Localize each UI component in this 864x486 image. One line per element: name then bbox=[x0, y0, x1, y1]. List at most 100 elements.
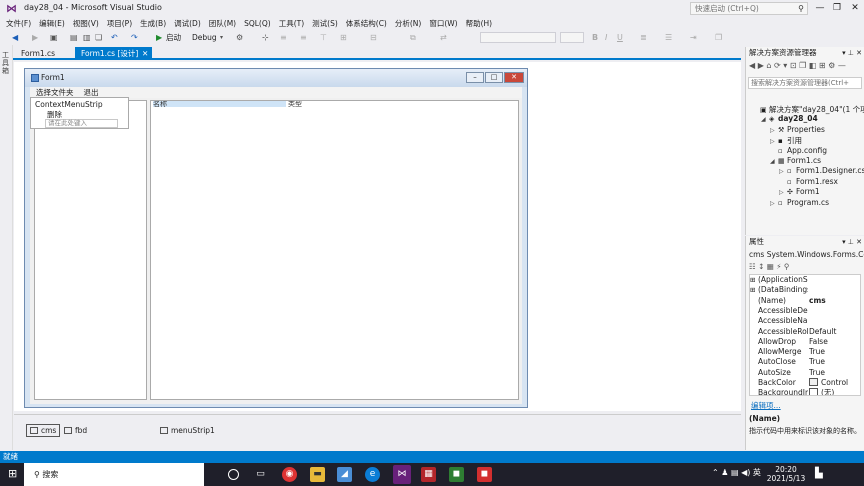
new-project-icon[interactable]: ▣ bbox=[50, 32, 58, 43]
notification-icon[interactable]: ▙ bbox=[815, 468, 823, 479]
panel-pin-close-icons[interactable]: ▾ ⊥ ✕ bbox=[842, 236, 862, 248]
tab-order-icon[interactable]: ⇄ bbox=[440, 32, 447, 43]
properties-object-selector[interactable]: cms System.Windows.Forms.Co bbox=[749, 250, 864, 259]
property-value[interactable]: True bbox=[809, 368, 860, 378]
comment-icon[interactable]: ❐ bbox=[715, 32, 722, 43]
taskbar-search-box[interactable]: ⚲ 搜索 bbox=[24, 463, 204, 486]
user-icon[interactable]: ♟ bbox=[721, 468, 728, 477]
panel-pin-close-icons[interactable]: ▾ ⊥ ✕ bbox=[842, 47, 862, 59]
solution-tree-item[interactable]: ▷ ▪ 引用 bbox=[770, 135, 802, 146]
solution-tree-item[interactable]: ▣解决方案"day28_04"(1 个项目) bbox=[752, 104, 864, 115]
solution-tree-item[interactable]: ▷ ▫ Form1.Designer.cs bbox=[779, 166, 864, 175]
file-listview[interactable]: 名称 类型 bbox=[150, 100, 519, 400]
menu-view[interactable]: 视图(V) bbox=[73, 18, 99, 29]
copy-icon[interactable]: ❏ bbox=[95, 32, 102, 43]
close-button[interactable]: ✕ bbox=[848, 2, 862, 14]
indent-icon[interactable]: ⇥ bbox=[690, 32, 697, 43]
make-same-size-icon[interactable]: ⊞ bbox=[340, 32, 347, 43]
redo-icon[interactable]: ↷ bbox=[131, 32, 138, 43]
save-icon[interactable]: ▤ bbox=[70, 32, 78, 43]
start-icon[interactable]: ▶ bbox=[156, 32, 162, 43]
property-grid[interactable]: ⊞(ApplicationSe⊞(DataBindings)(Name)cmsA… bbox=[749, 274, 861, 396]
tab-form1-cs[interactable]: Form1.cs bbox=[15, 47, 61, 60]
bullets-icon[interactable]: ☰ bbox=[665, 32, 672, 43]
property-value[interactable]: Default bbox=[809, 327, 860, 337]
context-menu-type-here[interactable]: 请在此处键入 bbox=[45, 119, 118, 128]
tray-item-cms[interactable]: cms bbox=[26, 424, 61, 437]
toolbox-tab-label[interactable]: 工具箱 bbox=[2, 51, 11, 75]
menu-test[interactable]: 测试(S) bbox=[312, 18, 338, 29]
solution-tree-item[interactable]: ▫ Form1.resx bbox=[779, 177, 838, 186]
align-left-icon[interactable]: ≡ bbox=[280, 32, 287, 43]
solution-tree-item[interactable]: ▷ ▫ Program.cs bbox=[770, 198, 829, 207]
bold-icon[interactable]: B bbox=[592, 32, 598, 43]
property-row[interactable]: AutoClose True bbox=[750, 357, 860, 367]
property-value[interactable]: True bbox=[809, 347, 860, 357]
app-red-circle-icon[interactable]: ◉ bbox=[282, 467, 297, 482]
property-row[interactable]: AccessibleRole Default bbox=[750, 327, 860, 337]
collapsed-arrow-icon[interactable]: ▷ bbox=[779, 189, 787, 196]
underline-icon[interactable]: U bbox=[617, 32, 623, 43]
menu-window[interactable]: 窗口(W) bbox=[429, 18, 457, 29]
property-row[interactable]: AccessibleNam bbox=[750, 316, 860, 326]
form1-title-bar[interactable]: Form1 – □ ✕ bbox=[25, 69, 527, 87]
forward-icon[interactable]: ▶ bbox=[32, 32, 38, 43]
solution-explorer-toolbar[interactable]: ◀ ▶ ⌂ ⟳ ▾ ⊡ ❐ ◧ ⊞ ⚙ — bbox=[746, 61, 864, 73]
edge-browser-icon[interactable]: e bbox=[365, 467, 380, 482]
property-row[interactable]: (Name) cms bbox=[750, 296, 860, 306]
attach-icon[interactable]: ⚙ bbox=[236, 32, 243, 43]
save-all-icon[interactable]: ▥ bbox=[83, 32, 91, 43]
font-name-dropdown[interactable] bbox=[480, 32, 556, 43]
back-icon[interactable]: ◀ bbox=[12, 32, 18, 43]
menu-architecture[interactable]: 体系结构(C) bbox=[346, 18, 387, 29]
tray-item-menustrip1[interactable]: menuStrip1 bbox=[160, 426, 215, 435]
solution-tree-item[interactable]: ◢ ▦ Form1.cs bbox=[770, 156, 821, 165]
text-align-icon[interactable]: ≣ bbox=[640, 32, 647, 43]
cortana-icon[interactable] bbox=[228, 469, 239, 480]
property-row[interactable]: BackColor Control bbox=[750, 378, 860, 388]
toolbox-strip[interactable]: 工具箱 bbox=[0, 45, 13, 450]
property-row[interactable]: ⊞(DataBindings) bbox=[750, 285, 860, 295]
app-blue-icon[interactable]: ◢ bbox=[337, 467, 352, 482]
chevron-up-icon[interactable]: ⌃ bbox=[712, 468, 719, 477]
input-method-label[interactable]: 英 bbox=[753, 468, 761, 477]
taskbar-clock[interactable]: 20:20 2021/5/13 bbox=[766, 465, 806, 483]
maximize-button[interactable]: ❐ bbox=[830, 2, 844, 14]
volume-icon[interactable]: ◀) bbox=[741, 468, 750, 477]
property-row[interactable]: BackgroundIm (无) bbox=[750, 388, 860, 395]
properties-toolbar[interactable]: ☷ ↕ ▦ ⚡ ⚲ bbox=[749, 262, 789, 271]
property-value[interactable]: Control bbox=[809, 378, 860, 388]
menu-build[interactable]: 生成(B) bbox=[140, 18, 166, 29]
menu-team[interactable]: 团队(M) bbox=[209, 18, 236, 29]
solution-search-input[interactable]: 搜索解决方案资源管理器(Ctrl+ bbox=[748, 77, 862, 89]
quick-launch-input[interactable]: 快速启动 (Ctrl+Q) ⚲ bbox=[690, 2, 808, 15]
align-grid-icon[interactable]: ⊹ bbox=[262, 32, 269, 43]
property-value[interactable]: cms bbox=[809, 296, 860, 306]
file-explorer-icon[interactable]: ▬ bbox=[310, 467, 325, 482]
property-value[interactable]: (无) bbox=[809, 388, 860, 395]
undo-icon[interactable]: ↶ bbox=[111, 32, 118, 43]
expanded-arrow-icon[interactable]: ◢ bbox=[770, 158, 778, 165]
property-row[interactable]: AllowMerge True bbox=[750, 347, 860, 357]
menu-project[interactable]: 项目(P) bbox=[107, 18, 132, 29]
solution-tree-item[interactable]: ▫ App.config bbox=[770, 146, 827, 155]
property-row[interactable]: AutoSize True bbox=[750, 368, 860, 378]
column-header-name[interactable]: 名称 bbox=[153, 101, 286, 107]
system-tray[interactable]: ⌃ ♟ ▤ ◀) 英 bbox=[712, 467, 761, 478]
windows-start-icon[interactable]: ⊞ bbox=[8, 467, 22, 480]
collapsed-arrow-icon[interactable]: ▷ bbox=[770, 138, 778, 145]
tab-close-icon[interactable]: ✕ bbox=[142, 47, 148, 60]
property-row[interactable]: AccessibleDesc bbox=[750, 306, 860, 316]
property-row[interactable]: AllowDrop False bbox=[750, 337, 860, 347]
menu-file[interactable]: 文件(F) bbox=[6, 18, 31, 29]
folder-treeview[interactable] bbox=[34, 100, 147, 400]
menu-help[interactable]: 帮助(H) bbox=[466, 18, 493, 29]
app-calculator-icon[interactable]: ▦ bbox=[421, 467, 436, 482]
minimize-button[interactable]: — bbox=[813, 2, 827, 14]
menu-tools[interactable]: 工具(T) bbox=[279, 18, 304, 29]
collapsed-arrow-icon[interactable]: ▷ bbox=[770, 127, 778, 134]
bring-front-icon[interactable]: ⧉ bbox=[410, 32, 416, 43]
spacing-icon[interactable]: ⊟ bbox=[370, 32, 377, 43]
menu-edit[interactable]: 编辑(E) bbox=[39, 18, 65, 29]
menu-debug[interactable]: 调试(D) bbox=[174, 18, 201, 29]
